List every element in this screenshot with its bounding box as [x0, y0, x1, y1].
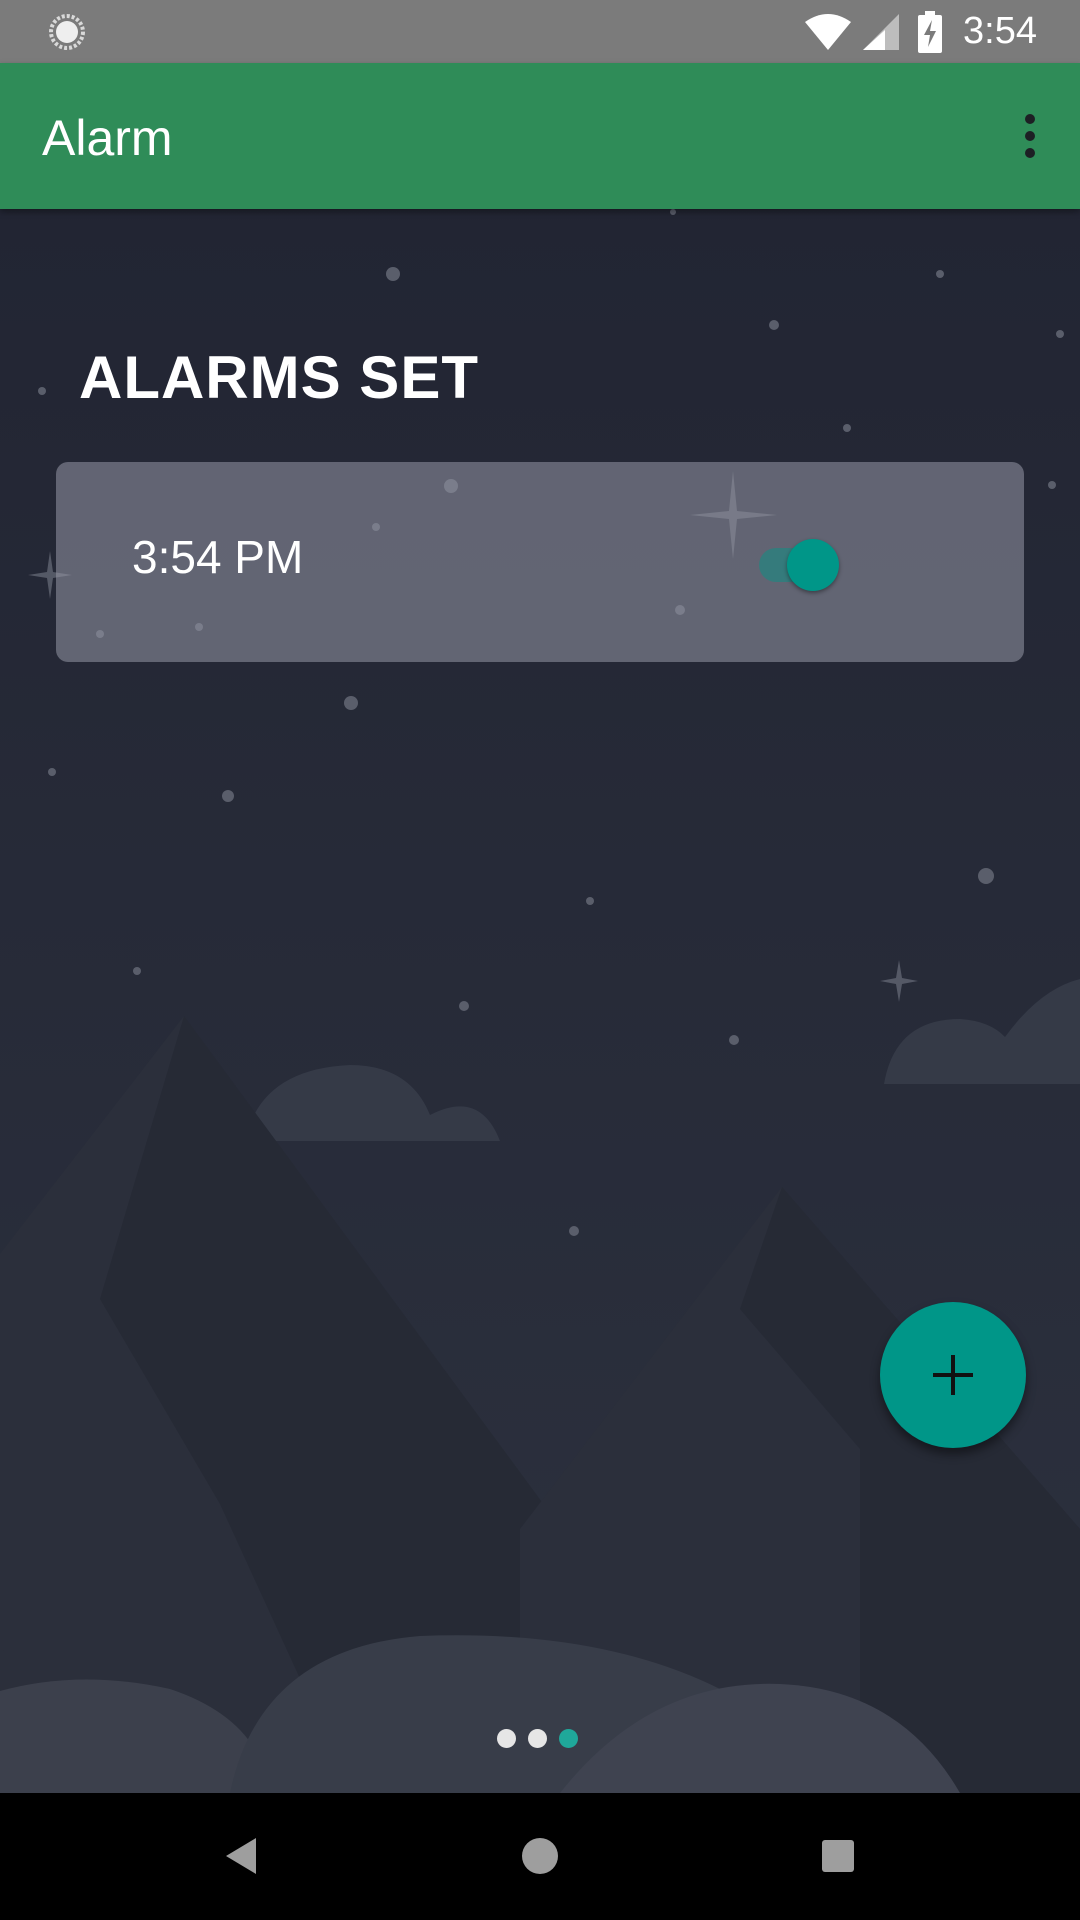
app-bar: Alarm	[0, 63, 1080, 209]
alarm-toggle[interactable]	[751, 536, 841, 592]
status-icons: 3:54	[803, 0, 1080, 63]
battery-charging-icon	[918, 10, 943, 53]
back-button[interactable]	[208, 1823, 274, 1889]
toggle-thumb	[787, 539, 839, 591]
recents-icon	[822, 1840, 854, 1872]
app-title: Alarm	[42, 110, 173, 166]
back-icon	[226, 1838, 256, 1874]
alarm-time[interactable]: 3:54 PM	[132, 530, 303, 584]
alarm-card[interactable]: 3:54 PM	[56, 462, 1024, 662]
recents-button[interactable]	[805, 1823, 871, 1889]
page-dot[interactable]	[497, 1729, 516, 1748]
more-vert-icon[interactable]	[1000, 96, 1060, 176]
add-icon	[933, 1355, 973, 1395]
loading-icon	[49, 14, 85, 50]
section-title: ALARMS SET	[79, 344, 479, 411]
night-landscape-background	[0, 209, 1080, 1793]
home-icon	[522, 1838, 558, 1874]
navigation-bar	[0, 1793, 1080, 1920]
screen: 3:54 Alarm ALARMS SET 3:54 PM	[0, 0, 1080, 1920]
status-bar: 3:54	[0, 0, 1080, 63]
signal-icon	[863, 13, 900, 50]
wifi-icon	[805, 13, 852, 50]
page-dot[interactable]	[528, 1729, 547, 1748]
status-time: 3:54	[963, 10, 1037, 52]
page-dot-active[interactable]	[559, 1729, 578, 1748]
page-indicator	[497, 1729, 578, 1748]
add-alarm-button[interactable]	[880, 1302, 1026, 1448]
home-button[interactable]	[507, 1823, 573, 1889]
main-content: ALARMS SET 3:54 PM	[0, 209, 1080, 1793]
